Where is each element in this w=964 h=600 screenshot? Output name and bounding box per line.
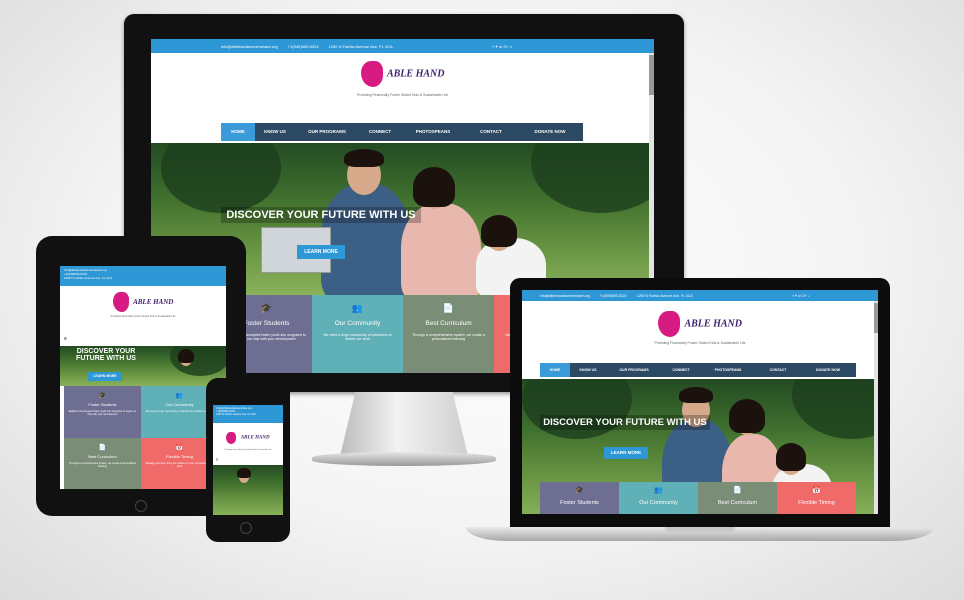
document-icon: 📄 [733,487,742,494]
logo-mark-icon [658,311,681,337]
laptop-nav: HOME KNOW US OUR PROGRAMS CONNECT PHOTOS… [540,363,856,377]
phone-logo[interactable]: ABLE HAND Providing Financially Foster S… [213,423,283,457]
student-photo-boy [321,183,411,295]
nav-contact[interactable]: CONTACT [465,123,517,141]
laptop-feature-tiles: 🎓 Foster Students 👥 Our Community 📄 Best… [540,482,856,514]
nav-home[interactable]: HOME [221,123,255,141]
tablet-feature-tiles: 🎓 Foster Students Eligible and accepted … [64,386,226,489]
address-text: 1250 N Fairfax Avenue Ave, FL 4CA [328,43,393,49]
feature-curriculum[interactable]: 📄 Best Curriculum Through a comprehensiv… [403,295,494,373]
main-nav: HOME KNOW US OUR PROGRAMS CONNECT PHOTOS… [221,123,583,141]
phone-hero [213,465,283,515]
tablet-home-button[interactable] [135,500,147,512]
social-icons[interactable]: f ✦ in G+ ⌕ [493,44,513,49]
hero-title: DISCOVER YOUR FUTURE WITH US [221,207,421,223]
laptop-top-bar: info@ablehandwomenshare.org +1(949)590-5… [522,290,878,301]
graduation-cap-icon: 🎓 [98,393,107,399]
email-text[interactable]: info@ablehandwomenshare.org [221,44,278,49]
phone-menu-toggle[interactable]: ≡ [216,457,280,465]
nav-know-us[interactable]: KNOW US [255,123,295,141]
tagline: Providing Financially Foster Stuted Kids… [356,93,449,97]
document-icon: 📄 [98,445,107,451]
nav-connect[interactable]: CONNECT [359,123,401,141]
calendar-icon: 📅 [812,487,821,494]
nav-photos[interactable]: PHOTOSPEANS [401,123,465,141]
tablet-menu-toggle[interactable]: ≡ [64,336,222,344]
logo-mark-icon [112,292,129,312]
brand-name: ABLE HAND [386,68,445,80]
social-icons[interactable]: f ✦ in G+ ⌕ [793,294,810,298]
graduation-cap-icon: 🎓 [575,487,584,494]
laptop-screen: info@ablehandwomenshare.org +1(949)590-5… [522,290,878,514]
nav-donate[interactable]: DONATE NOW [517,123,583,141]
document-icon: 📄 [442,303,455,313]
monitor-stand-base [312,452,496,466]
phone-screen: info@ablehandwomenshare.org +1(949)590-5… [213,405,283,515]
phone-home-button[interactable] [240,522,252,534]
people-icon: 👥 [654,487,663,494]
site-logo[interactable]: ABLE HAND Providing Financially Foster S… [151,53,654,123]
tablet-logo[interactable]: ABLE HAND Providing Financially Foster S… [60,286,226,336]
tablet-screen: info@ablehandwomenshare.org +1(949)590-5… [60,266,226,489]
learn-more-button[interactable]: LEARN MORE [297,245,345,259]
laptop-scrollbar[interactable] [874,301,878,514]
logo-mark-icon [226,431,237,444]
tablet-top-bar: info@ablehandwomenshare.org +1(949)590-5… [60,266,226,286]
laptop-logo[interactable]: ABLE HAND Providing Financially Foster S… [522,301,878,363]
top-bar: info@ablehandwomenshare.org +1(949)590-5… [151,39,654,53]
monitor-stand [340,392,468,456]
phone-text[interactable]: +1(949)590-5224 [288,44,319,49]
nav-programs[interactable]: OUR PROGRAMS [295,123,359,141]
tablet-hero: DISCOVER YOUR FUTURE WITH US LEARN MORE [60,346,226,386]
logo-mark-icon [360,61,383,87]
feature-community[interactable]: 👥 Our Community We need a huge community… [312,295,403,373]
people-icon: 👥 [351,303,364,313]
